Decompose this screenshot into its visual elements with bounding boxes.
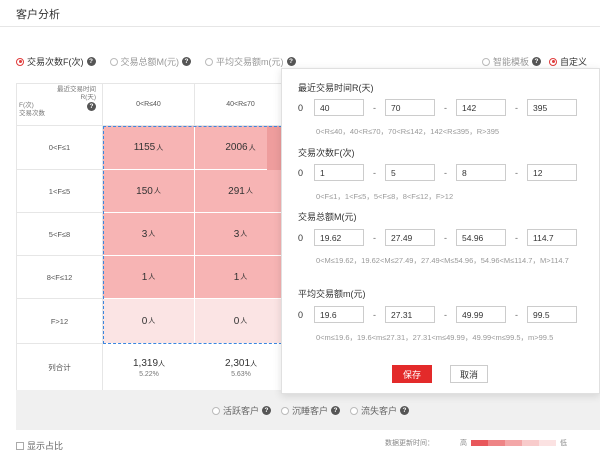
avg-amount-threshold-2-input[interactable] [385, 306, 435, 323]
frequency-threshold-1-input[interactable] [314, 164, 364, 181]
table-cell[interactable]: 291 人 [195, 170, 287, 213]
table-cell[interactable]: 1155 人 [103, 126, 195, 170]
metric-frequency-radio[interactable]: 交易次数F(次) ? [16, 55, 96, 68]
monetary-threshold-4-input[interactable] [527, 229, 577, 246]
recency-threshold-4-input[interactable] [527, 99, 577, 116]
table-cell[interactable]: 1人 [103, 256, 195, 299]
avg-amount-hint: 0<m≤19.6，19.6<m≤27.31，27.31<m≤49.99，49.9… [316, 333, 554, 342]
monetary-threshold-2-input[interactable] [385, 229, 435, 246]
recency-inputs: 0 - - - [298, 99, 577, 116]
legend-swatch [488, 440, 505, 446]
checkbox-icon [16, 441, 24, 450]
legend-swatch [522, 440, 539, 446]
avg-amount-threshold-1-input[interactable] [314, 306, 364, 323]
show-percentage-checkbox[interactable]: 显示占比 [16, 439, 63, 452]
monetary-threshold-1-input[interactable] [314, 229, 364, 246]
section-title-avg-amount: 平均交易额m(元) [298, 289, 366, 299]
frequency-inputs: 0 - - - [298, 164, 577, 181]
radio-circle-icon [482, 57, 490, 66]
segment-active-radio[interactable]: 活跃客户 ? [212, 404, 272, 417]
column-total: 2,301人 5.63% [224, 357, 258, 378]
segment-selector: 活跃客户 ? 沉睡客户 ? 流失客户 ? [212, 404, 419, 417]
row-header-total: 列合计 [17, 344, 103, 391]
frequency-threshold-4-input[interactable] [527, 164, 577, 181]
title-divider [0, 26, 600, 27]
radio-circle-icon [281, 406, 290, 415]
help-icon[interactable]: ? [532, 57, 542, 66]
avg-amount-inputs: 0 - - - [298, 306, 577, 323]
recency-threshold-2-input[interactable] [385, 99, 435, 116]
custom-threshold-popup: 最近交易时间R(天) 0 - - - 0<R≤40，40<R≤70，70<R≤1… [281, 68, 600, 394]
avg-amount-threshold-3-input[interactable] [456, 306, 506, 323]
recency-hint: 0<R≤40，40<R≤70，70<R≤142，142<R≤395，R>395 [316, 127, 500, 136]
table-cell[interactable]: 0人 [195, 299, 287, 344]
table-cell[interactable]: 3人 [103, 213, 195, 256]
page-title: 客户分析 [16, 9, 60, 21]
column-total: 1,319人 5.22% [132, 357, 166, 378]
column-header: 40<R≤70 [195, 84, 287, 126]
radio-circle-icon [549, 57, 558, 66]
radio-circle-icon [350, 406, 359, 415]
segment-dormant-radio[interactable]: 沉睡客户 ? [281, 404, 341, 417]
row-header: F>12 [17, 299, 103, 344]
monetary-threshold-3-input[interactable] [456, 229, 506, 246]
radio-circle-icon [212, 406, 220, 415]
radio-circle-icon [109, 57, 118, 66]
recency-threshold-3-input[interactable] [456, 99, 506, 116]
section-title-recency: 最近交易时间R(天) [298, 83, 374, 93]
mode-smart-template-radio[interactable]: 智能模板 ? [482, 55, 542, 68]
help-icon[interactable]: ? [262, 406, 272, 415]
help-icon[interactable]: ? [182, 57, 191, 66]
heat-legend: 数据更新时间： 高 低 [385, 440, 567, 447]
table-cell[interactable]: 0人 [103, 299, 195, 344]
column-header: 0<R≤40 [103, 84, 195, 126]
section-title-monetary: 交易总额M(元) [298, 212, 357, 222]
row-header: 1<F≤5 [17, 170, 103, 213]
legend-swatch [539, 440, 556, 446]
help-icon[interactable]: ? [400, 406, 410, 415]
cancel-button[interactable]: 取消 [450, 365, 488, 383]
monetary-hint: 0<M≤19.62，19.62<M≤27.49，27.49<M≤54.96，54… [316, 256, 569, 265]
segment-lost-radio[interactable]: 流失客户 ? [350, 404, 410, 417]
frequency-threshold-2-input[interactable] [385, 164, 435, 181]
hidden-column-strip [267, 126, 281, 170]
row-header: 8<F≤12 [17, 256, 103, 299]
frequency-threshold-3-input[interactable] [456, 164, 506, 181]
section-title-frequency: 交易次数F(次) [298, 148, 355, 158]
radio-circle-icon [205, 57, 213, 66]
avg-amount-threshold-4-input[interactable] [527, 306, 577, 323]
row-header: 0<F≤1 [17, 126, 103, 170]
legend-color-bar [471, 440, 556, 446]
recency-threshold-1-input[interactable] [314, 99, 364, 116]
help-icon[interactable]: ? [86, 57, 96, 66]
legend-swatch [471, 440, 488, 446]
monetary-inputs: 0 - - - [298, 229, 577, 246]
table-cell[interactable]: 3人 [195, 213, 287, 256]
legend-swatch [505, 440, 522, 446]
rfm-grid: 最近交易时间 R(天) ? F(次) 交易次数 0<R≤40 40<R≤70 0… [16, 83, 287, 391]
save-button[interactable]: 保存 [392, 365, 432, 383]
frequency-hint: 0<F≤1，1<F≤5，5<F≤8，8<F≤12，F>12 [316, 192, 454, 201]
table-cell[interactable]: 150 人 [103, 170, 195, 213]
mode-selector: 智能模板 ? 自定义 [482, 55, 587, 68]
help-icon[interactable]: ? [286, 57, 296, 66]
metric-selector: 交易次数F(次) ? 交易总额M(元) ? 平均交易额m(元) ? [16, 55, 310, 68]
mode-custom-radio[interactable]: 自定义 [549, 55, 587, 68]
radio-circle-icon [16, 57, 24, 66]
help-icon[interactable]: ? [331, 406, 341, 415]
row-header: 5<F≤8 [17, 213, 103, 256]
help-icon[interactable]: ? [87, 102, 96, 111]
metric-avg-amount-radio[interactable]: 平均交易额m(元) ? [205, 55, 296, 68]
metric-monetary-radio[interactable]: 交易总额M(元) ? [109, 55, 191, 68]
table-cell[interactable]: 1人 [195, 256, 287, 299]
corner-header: 最近交易时间 R(天) ? F(次) 交易次数 [17, 84, 103, 126]
